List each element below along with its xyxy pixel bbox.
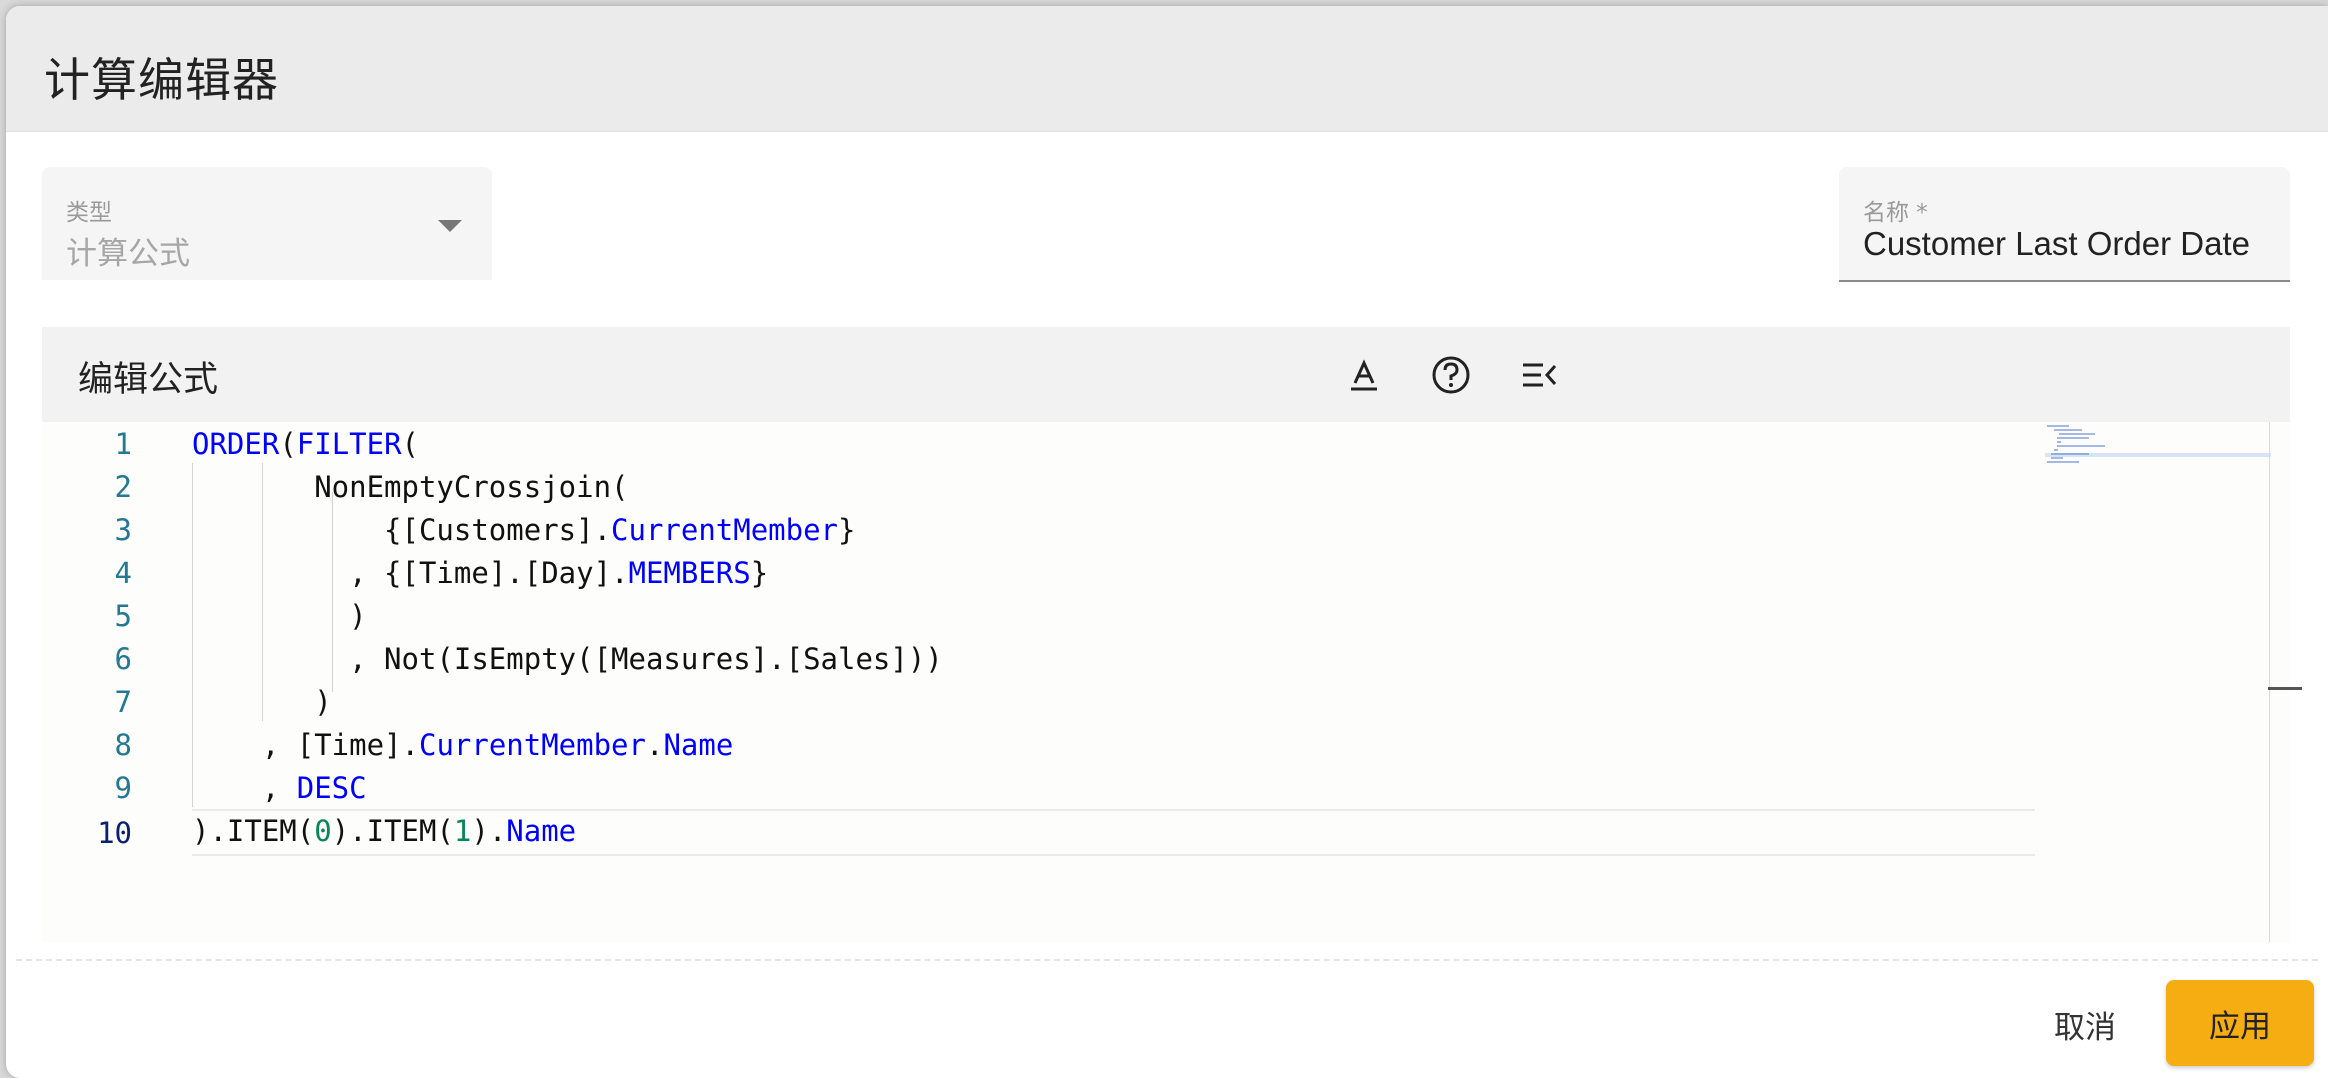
formula-editor-panel: 编辑公式 1 ORDER(FILTER(2 NonEmptyCrossjoin… [42,327,2302,943]
line-number: 6 [114,642,132,676]
code-text: , Not(IsEmpty([Measures].[Sales])) [192,642,943,676]
apply-button[interactable]: 应用 [2166,980,2314,1066]
type-value: 计算公式 [66,236,190,272]
dialog-title: 计算编辑器 [44,53,279,107]
help-circle-icon[interactable] [1429,353,1473,397]
code-line: 7 ) [42,680,2035,723]
minimap-line [2054,429,2082,431]
line-number: 3 [114,513,132,547]
code-text: ) [192,685,332,719]
line-number: 1 [114,427,132,461]
code-text: ORDER(FILTER( [192,427,420,461]
line-number: 8 [114,728,132,762]
minimap-line [2047,425,2069,427]
formula-editor-header: 编辑公式 [42,327,2290,422]
formula-editor-title: 编辑公式 [78,360,219,400]
code-line: 3 {[Customers].CurrentMember} [42,508,2035,551]
code-text: NonEmptyCrossjoin( [192,470,629,504]
name-field[interactable]: 名称 * Customer Last Order Date [1839,167,2290,282]
chevron-down-icon[interactable] [438,220,462,232]
code-line: 1 ORDER(FILTER( [42,422,2035,465]
code-editor[interactable]: 1 ORDER(FILTER( 2 NonEmptyCrossjoin( 3 {… [42,422,2045,943]
dialog-header: 计算编辑器 [6,6,2328,132]
name-label: 名称 * [1863,200,1928,226]
type-select[interactable]: 类型 计算公式 [42,167,492,280]
minimap-line [2059,433,2095,435]
text-format-icon[interactable] [1342,353,1386,397]
code-text: , [Time].CurrentMember.Name [192,728,734,762]
code-line: 4 , {[Time].[Day].MEMBERS} [42,551,2035,594]
cancel-button[interactable]: 取消 [2030,994,2140,1054]
line-number: 2 [114,470,132,504]
line-number: 4 [114,556,132,590]
line-number: 7 [114,685,132,719]
code-text: , DESC [192,771,367,805]
code-line: 5 ) [42,594,2035,637]
current-code-line: 10 ).ITEM(0).ITEM(1).Name [97,809,2035,856]
minimap-line [2057,437,2089,439]
scrollbar-cursor-marker [2268,687,2302,690]
collapse-lines-icon[interactable] [1517,353,1561,397]
line-number: 9 [114,771,132,805]
line-number: 5 [114,599,132,633]
minimap-line [2047,461,2079,463]
code-line: 6 , Not(IsEmpty([Measures].[Sales])) [42,637,2035,680]
code-minimap[interactable] [2045,422,2271,943]
name-input[interactable]: Customer Last Order Date [1863,225,2250,263]
code-line: 2 NonEmptyCrossjoin( [42,465,2035,508]
code-line: 9 , DESC [42,766,2035,809]
code-line: 8 , [Time].CurrentMember.Name [42,723,2035,766]
code-text: {[Customers].CurrentMember} [192,513,856,547]
code-text: ) [192,599,367,633]
minimap-line [2054,449,2058,451]
vertical-scrollbar[interactable] [2269,422,2270,942]
code-text: ).ITEM(0).ITEM(1).Name [192,814,577,848]
minimap-line [2057,441,2061,443]
minimap-line [2051,457,2063,459]
calculation-editor-dialog: 计算编辑器 类型 计算公式 名称 * Customer Last Order D… [6,6,2328,1078]
minimap-line [2051,453,2089,455]
code-text: , {[Time].[Day].MEMBERS} [192,556,769,590]
minimap-line [2057,445,2105,447]
footer-divider [16,959,2318,961]
line-number: 10 [97,816,132,850]
type-label: 类型 [66,200,112,226]
